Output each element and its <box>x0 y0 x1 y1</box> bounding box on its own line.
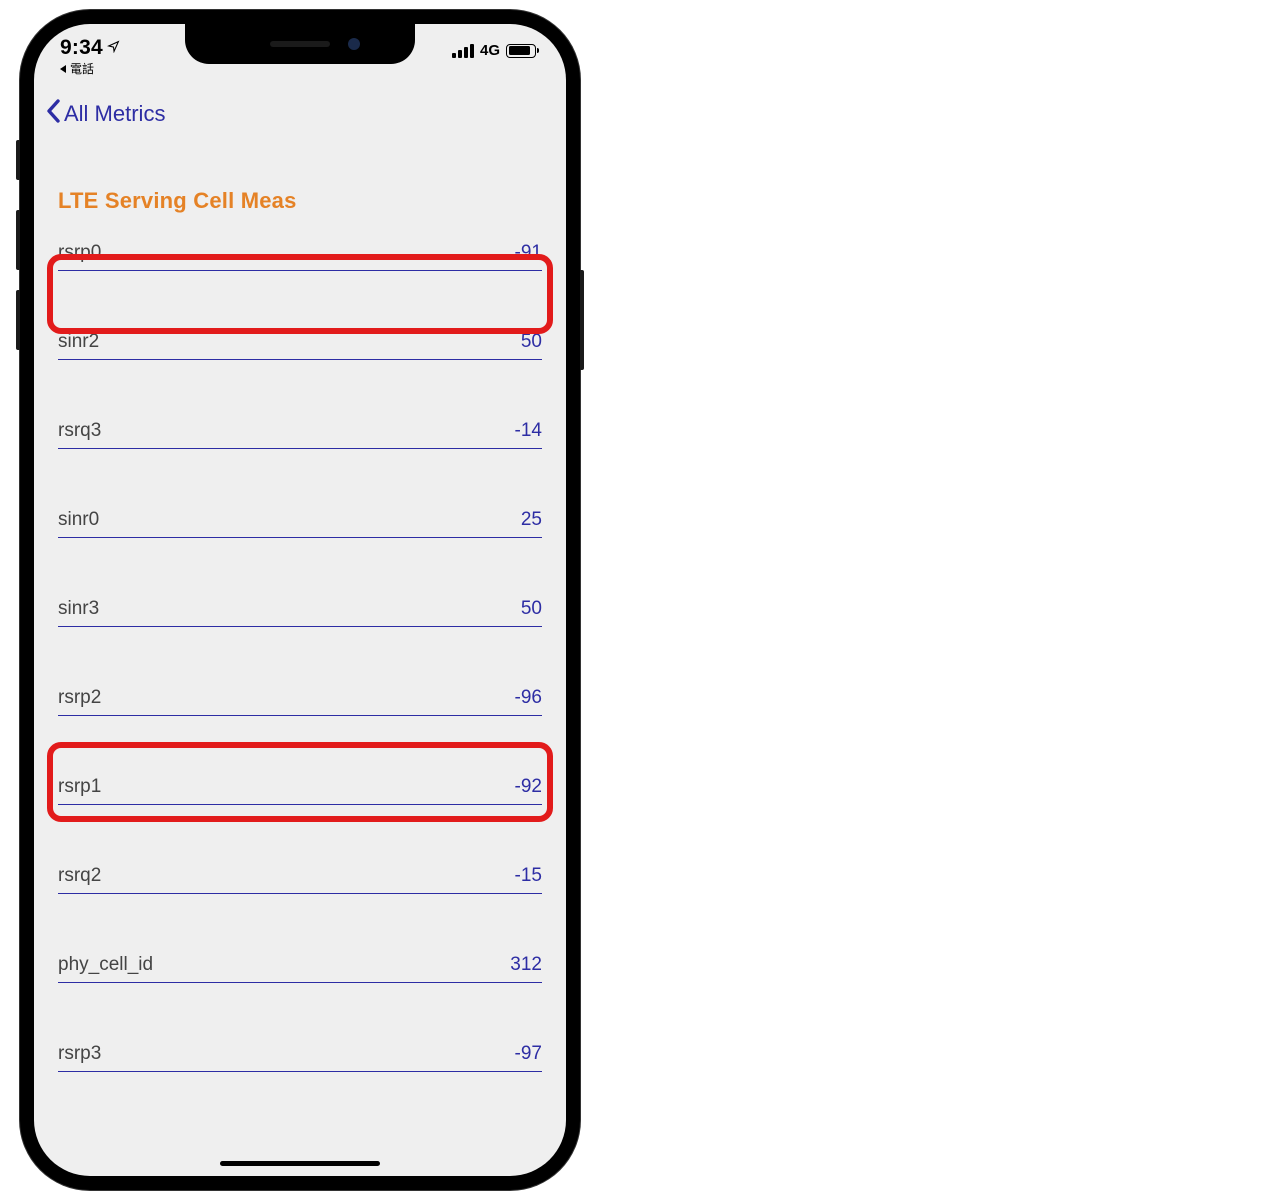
back-button-label: All Metrics <box>64 101 165 127</box>
metric-label: rsrp2 <box>58 687 101 709</box>
nav-bar: All Metrics <box>34 84 566 148</box>
metric-row-sinr2[interactable]: sinr2 50 <box>58 323 542 360</box>
side-button-volume <box>16 290 20 350</box>
metric-label: sinr3 <box>58 598 99 620</box>
metric-value: -14 <box>515 420 542 442</box>
caret-left-icon <box>60 65 66 73</box>
metric-value: -92 <box>515 776 542 798</box>
chevron-left-icon <box>46 98 62 130</box>
battery-fill <box>509 46 530 55</box>
metric-label: rsrq3 <box>58 420 101 442</box>
speaker <box>270 41 330 47</box>
phone-frame: 9:34 電話 4G <box>20 10 580 1190</box>
metric-value: -97 <box>515 1043 542 1065</box>
metric-value: -15 <box>515 865 542 887</box>
front-camera <box>348 38 360 50</box>
back-to-app[interactable]: 電話 <box>60 60 120 77</box>
metric-row-rsrq3[interactable]: rsrq3 -14 <box>58 412 542 449</box>
cellular-signal-icon <box>452 44 474 58</box>
notch <box>185 24 415 64</box>
metric-label: rsrq2 <box>58 865 101 887</box>
content: LTE Serving Cell Meas rsrp0 -91 sinr2 50… <box>34 148 566 1072</box>
metric-value: 50 <box>521 331 542 353</box>
metric-row-rsrq2[interactable]: rsrq2 -15 <box>58 857 542 894</box>
metric-row-rsrp3[interactable]: rsrp3 -97 <box>58 1035 542 1072</box>
screen: 9:34 電話 4G <box>34 24 566 1176</box>
metric-row-rsrp2[interactable]: rsrp2 -96 <box>58 679 542 716</box>
side-button-mute <box>16 140 20 180</box>
metric-label: sinr2 <box>58 331 99 353</box>
time-label: 9:34 <box>60 36 103 60</box>
status-right: 4G <box>452 36 536 59</box>
section-title: LTE Serving Cell Meas <box>58 188 542 214</box>
metric-value: -91 <box>515 242 542 264</box>
home-indicator[interactable] <box>220 1161 380 1166</box>
network-label: 4G <box>480 42 500 59</box>
metric-value: 25 <box>521 509 542 531</box>
metric-row-sinr3[interactable]: sinr3 50 <box>58 590 542 627</box>
metric-label: rsrp0 <box>58 242 101 264</box>
status-left: 9:34 電話 <box>60 36 120 77</box>
metric-row-rsrp1[interactable]: rsrp1 -92 <box>58 768 542 805</box>
status-time: 9:34 <box>60 36 120 60</box>
metric-row-sinr0[interactable]: sinr0 25 <box>58 501 542 538</box>
metric-label: phy_cell_id <box>58 954 153 976</box>
metric-label: rsrp3 <box>58 1043 101 1065</box>
metric-label: sinr0 <box>58 509 99 531</box>
metric-value: 50 <box>521 598 542 620</box>
metric-value: -96 <box>515 687 542 709</box>
metric-row-phy-cell-id[interactable]: phy_cell_id 312 <box>58 946 542 983</box>
battery-icon <box>506 44 536 58</box>
metric-row-rsrp0[interactable]: rsrp0 -91 <box>58 234 542 271</box>
location-icon <box>107 40 120 56</box>
metric-value: 312 <box>510 954 542 976</box>
back-to-app-label: 電話 <box>70 60 94 77</box>
metric-label: rsrp1 <box>58 776 101 798</box>
back-button[interactable]: All Metrics <box>46 98 165 130</box>
